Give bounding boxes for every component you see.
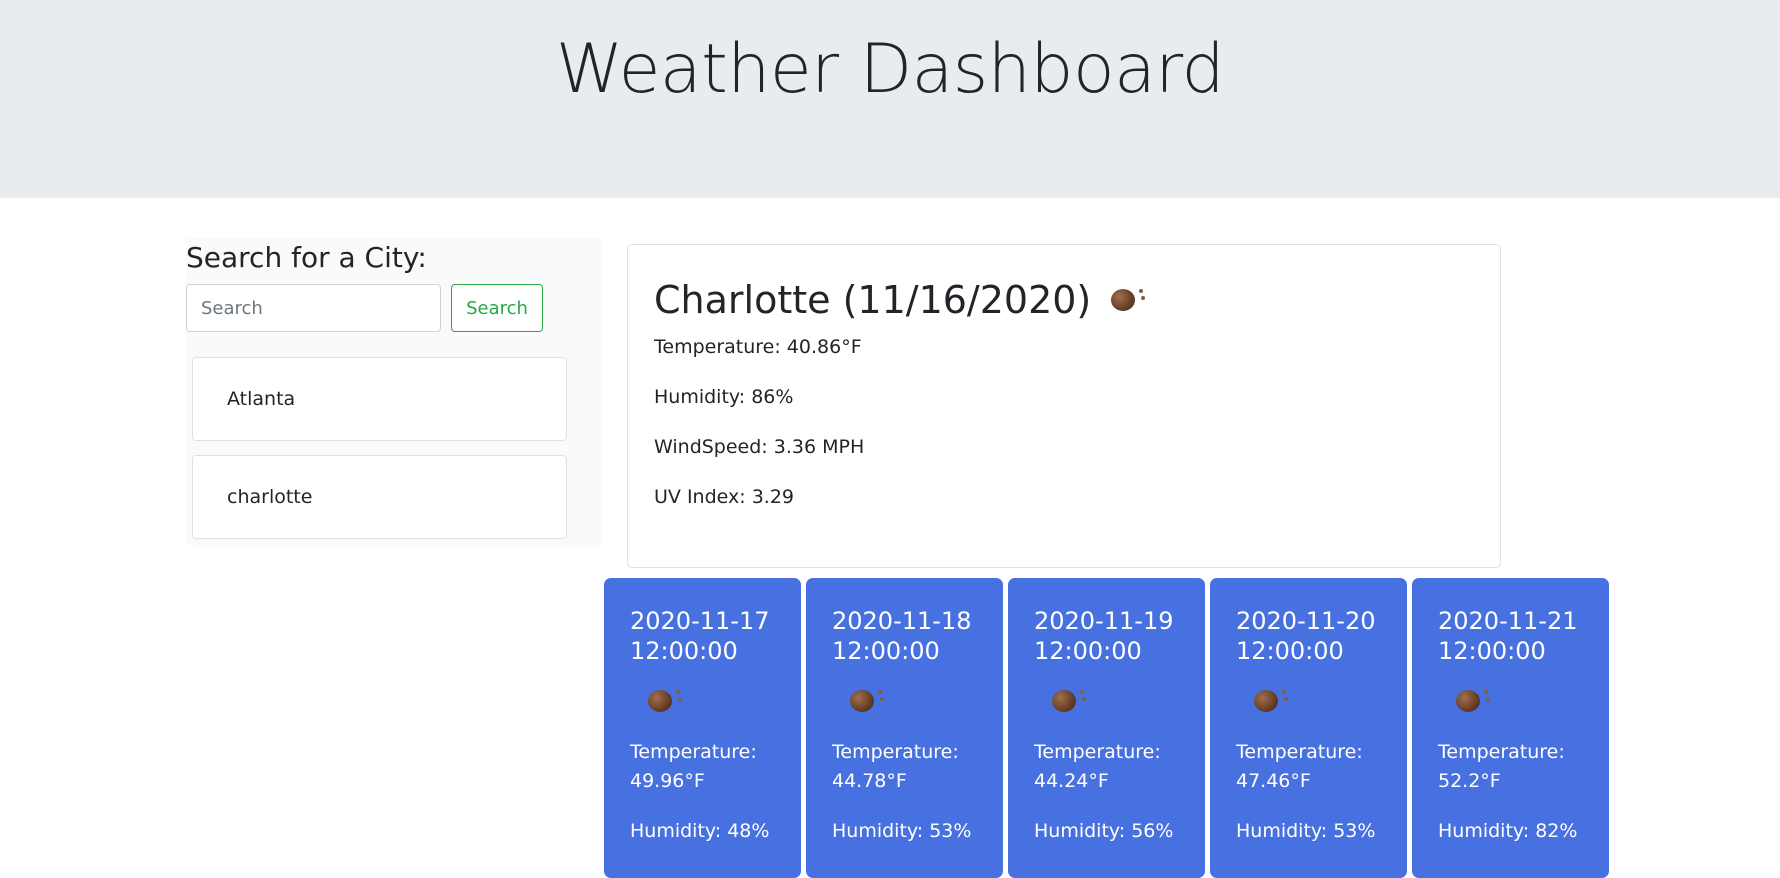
forecast-temperature: Temperature: 44.24°F — [1034, 738, 1194, 796]
forecast-temperature-label: Temperature: — [832, 741, 959, 763]
forecast-temperature-label: Temperature: — [1236, 741, 1363, 763]
forecast-temperature: Temperature: 47.46°F — [1236, 738, 1396, 796]
city-history-item-atlanta[interactable]: Atlanta — [192, 357, 567, 441]
header-banner: Weather Dashboard — [0, 0, 1780, 198]
current-weather-heading: Charlotte (11/16/2020) — [654, 275, 1149, 325]
current-weather-card: Charlotte (11/16/2020) Temperature: 40.8… — [627, 244, 1501, 568]
forecast-card-day-1: 2020-11-17 12:00:00 Temperature: 49.96°F… — [604, 578, 801, 878]
city-history-item-charlotte[interactable]: charlotte — [192, 455, 567, 539]
sidebar: Search for a City: Search Atlanta charlo… — [186, 238, 602, 545]
weather-icon — [1050, 686, 1090, 716]
forecast-card-day-4: 2020-11-20 12:00:00 Temperature: 47.46°F… — [1210, 578, 1407, 878]
forecast-temperature-value: 47.46°F — [1236, 770, 1311, 792]
current-wind-speed: WindSpeed: 3.36 MPH — [654, 436, 865, 458]
current-city-date: Charlotte (11/16/2020) — [654, 278, 1092, 322]
forecast-temperature: Temperature: 44.78°F — [832, 738, 992, 796]
weather-icon — [848, 686, 888, 716]
forecast-humidity: Humidity: 56% — [1034, 820, 1174, 842]
forecast-humidity: Humidity: 82% — [1438, 820, 1578, 842]
forecast-card-day-5: 2020-11-21 12:00:00 Temperature: 52.2°F … — [1412, 578, 1609, 878]
forecast-temperature: Temperature: 49.96°F — [630, 738, 790, 796]
forecast-temperature-label: Temperature: — [1438, 741, 1565, 763]
forecast-humidity: Humidity: 53% — [1236, 820, 1376, 842]
forecast-date: 2020-11-17 12:00:00 — [630, 607, 770, 665]
forecast-temperature-value: 49.96°F — [630, 770, 705, 792]
forecast-card-day-2: 2020-11-18 12:00:00 Temperature: 44.78°F… — [806, 578, 1003, 878]
weather-icon — [646, 686, 686, 716]
forecast-temperature-label: Temperature: — [630, 741, 757, 763]
forecast-date: 2020-11-19 12:00:00 — [1034, 607, 1174, 665]
forecast-card-day-3: 2020-11-19 12:00:00 Temperature: 44.24°F… — [1008, 578, 1205, 878]
weather-icon — [1252, 686, 1292, 716]
weather-icon — [1454, 686, 1494, 716]
forecast-date: 2020-11-20 12:00:00 — [1236, 607, 1376, 665]
forecast-temperature-label: Temperature: — [1034, 741, 1161, 763]
forecast-date: 2020-11-18 12:00:00 — [832, 607, 972, 665]
weather-icon — [1109, 285, 1149, 315]
city-history-list: Atlanta charlotte — [192, 357, 567, 553]
search-input[interactable] — [186, 284, 441, 332]
current-humidity: Humidity: 86% — [654, 386, 794, 408]
forecast-date: 2020-11-21 12:00:00 — [1438, 607, 1578, 665]
forecast-temperature: Temperature: 52.2°F — [1438, 738, 1598, 796]
current-temperature: Temperature: 40.86°F — [654, 336, 862, 358]
forecast-temperature-value: 44.24°F — [1034, 770, 1109, 792]
current-uv-index: UV Index: 3.29 — [654, 486, 794, 508]
search-button[interactable]: Search — [451, 284, 543, 332]
forecast-temperature-value: 52.2°F — [1438, 770, 1501, 792]
forecast-temperature-value: 44.78°F — [832, 770, 907, 792]
forecast-humidity: Humidity: 48% — [630, 820, 770, 842]
search-heading: Search for a City: — [186, 241, 427, 274]
page-title: Weather Dashboard — [555, 30, 1225, 109]
forecast-humidity: Humidity: 53% — [832, 820, 972, 842]
